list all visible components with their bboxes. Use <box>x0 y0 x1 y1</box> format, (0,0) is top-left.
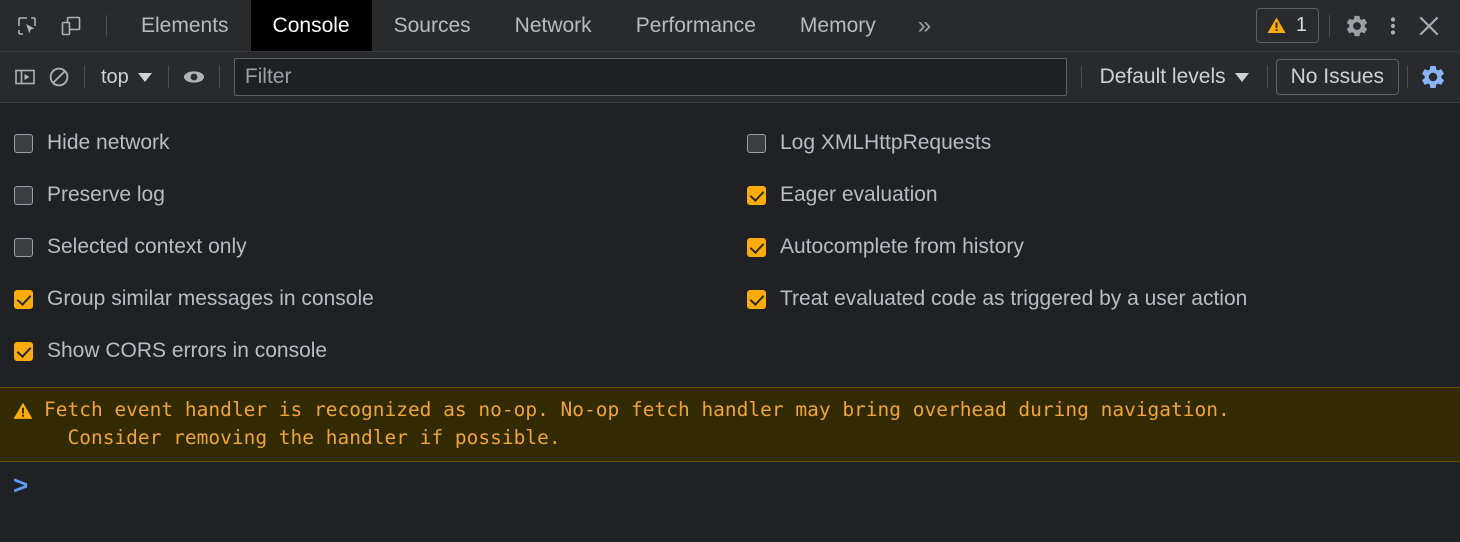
console-toolbar: top Filter Default levels No Issues <box>0 52 1460 103</box>
show-console-sidebar-icon[interactable] <box>8 60 42 94</box>
warning-message-text: Fetch event handler is recognized as no-… <box>44 396 1230 452</box>
tabbar-tools <box>0 0 119 51</box>
tabbar-right-actions: 1 <box>1256 0 1460 51</box>
tab-performance[interactable]: Performance <box>614 0 778 51</box>
checkbox-show-cors-errors[interactable] <box>14 342 33 361</box>
panel-tabs: Elements Console Sources Network Perform… <box>119 0 1256 51</box>
setting-group-similar-messages[interactable]: Group similar messages in console <box>14 273 735 325</box>
setting-label: Show CORS errors in console <box>47 339 327 363</box>
settings-column-left: Hide network Preserve log Selected conte… <box>0 117 735 377</box>
checkbox-preserve-log[interactable] <box>14 186 33 205</box>
kebab-menu-icon[interactable] <box>1376 9 1410 43</box>
more-tabs-chevron-icon[interactable]: » <box>898 0 949 51</box>
tab-elements[interactable]: Elements <box>119 0 251 51</box>
warning-triangle-icon <box>1266 15 1287 36</box>
setting-show-cors-errors[interactable]: Show CORS errors in console <box>14 325 735 377</box>
checkbox-eager-evaluation[interactable] <box>747 186 766 205</box>
setting-hide-network[interactable]: Hide network <box>14 117 735 169</box>
prompt-chevron-icon: > <box>13 472 28 498</box>
setting-eager-evaluation[interactable]: Eager evaluation <box>747 169 1460 221</box>
console-toolbar-divider-2 <box>168 66 169 88</box>
setting-treat-evaluated-code-as-user-action[interactable]: Treat evaluated code as triggered by a u… <box>747 273 1460 325</box>
checkbox-group-similar-messages[interactable] <box>14 290 33 309</box>
eye-icon[interactable] <box>177 60 211 94</box>
devtools-tabbar: Elements Console Sources Network Perform… <box>0 0 1460 52</box>
setting-autocomplete-from-history[interactable]: Autocomplete from history <box>747 221 1460 273</box>
device-toolbar-icon[interactable] <box>54 9 88 43</box>
warning-triangle-icon <box>12 400 34 422</box>
setting-label: Group similar messages in console <box>47 287 374 311</box>
setting-log-xmlhttprequests[interactable]: Log XMLHttpRequests <box>747 117 1460 169</box>
log-levels-selector[interactable]: Default levels <box>1090 61 1259 93</box>
close-icon[interactable] <box>1412 9 1446 43</box>
console-empty-area <box>0 508 1460 542</box>
checkbox-hide-network[interactable] <box>14 134 33 153</box>
setting-label: Treat evaluated code as triggered by a u… <box>780 287 1247 311</box>
checkbox-autocomplete-from-history[interactable] <box>747 238 766 257</box>
clear-console-icon[interactable] <box>42 60 76 94</box>
chevron-down-icon <box>1235 73 1249 82</box>
setting-label: Log XMLHttpRequests <box>780 131 991 155</box>
checkbox-log-xmlhttprequests[interactable] <box>747 134 766 153</box>
console-toolbar-divider-5 <box>1267 66 1268 88</box>
console-settings-gear-icon[interactable] <box>1416 60 1450 94</box>
console-settings-panel: Hide network Preserve log Selected conte… <box>0 103 1460 387</box>
tab-memory[interactable]: Memory <box>778 0 898 51</box>
issues-button[interactable]: No Issues <box>1276 59 1399 95</box>
tab-network[interactable]: Network <box>493 0 614 51</box>
settings-column-right: Log XMLHttpRequests Eager evaluation Aut… <box>735 117 1460 377</box>
devtools-window: Elements Console Sources Network Perform… <box>0 0 1460 542</box>
setting-label: Autocomplete from history <box>780 235 1024 259</box>
console-warning-message[interactable]: Fetch event handler is recognized as no-… <box>0 387 1460 462</box>
warning-count: 1 <box>1296 14 1307 37</box>
checkbox-selected-context-only[interactable] <box>14 238 33 257</box>
warning-count-badge[interactable]: 1 <box>1256 8 1319 43</box>
setting-label: Eager evaluation <box>780 183 938 207</box>
console-toolbar-divider-6 <box>1407 66 1408 88</box>
gear-icon[interactable] <box>1340 9 1374 43</box>
execution-context-label: top <box>101 66 129 89</box>
setting-selected-context-only[interactable]: Selected context only <box>14 221 735 273</box>
tabbar-divider <box>106 15 107 37</box>
chevron-down-icon <box>138 73 152 82</box>
console-toolbar-divider-3 <box>219 66 220 88</box>
setting-label: Selected context only <box>47 235 247 259</box>
execution-context-selector[interactable]: top <box>93 62 160 93</box>
setting-label: Preserve log <box>47 183 165 207</box>
inspect-element-icon[interactable] <box>10 9 44 43</box>
console-prompt[interactable]: > <box>0 462 1460 508</box>
log-levels-label: Default levels <box>1100 65 1226 89</box>
tab-console[interactable]: Console <box>251 0 372 51</box>
console-toolbar-divider-1 <box>84 66 85 88</box>
setting-preserve-log[interactable]: Preserve log <box>14 169 735 221</box>
console-toolbar-divider-4 <box>1081 66 1082 88</box>
tabbar-right-divider <box>1329 15 1330 37</box>
tab-sources[interactable]: Sources <box>372 0 493 51</box>
setting-label: Hide network <box>47 131 170 155</box>
checkbox-treat-evaluated-code-as-user-action[interactable] <box>747 290 766 309</box>
filter-input[interactable]: Filter <box>234 58 1067 96</box>
